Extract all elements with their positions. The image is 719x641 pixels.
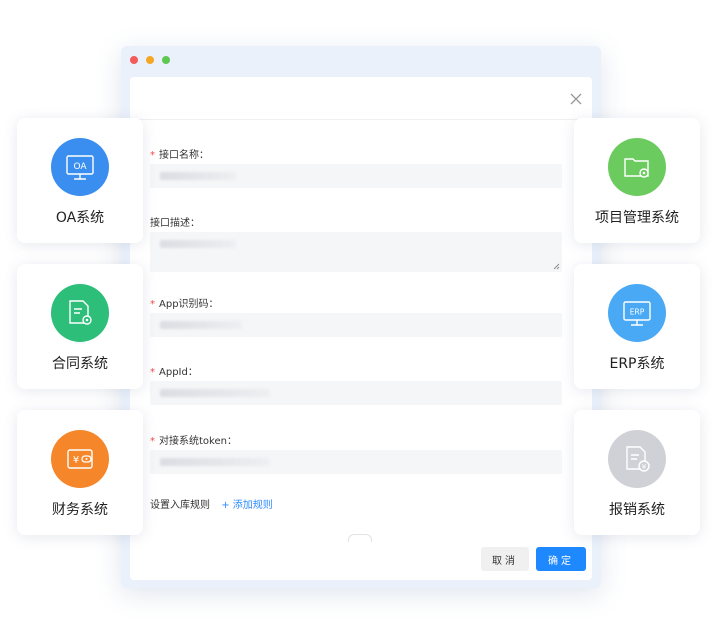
storage-rule-label: 设置入库规则 [150, 500, 210, 511]
svg-text:ERP: ERP [630, 308, 645, 317]
interface-name-input[interactable] [150, 164, 562, 188]
token-input[interactable] [150, 450, 562, 474]
svg-text:¥: ¥ [73, 455, 79, 466]
field-label-text: 对接系统token： [159, 436, 237, 447]
close-icon[interactable] [570, 93, 582, 105]
field-label-app-code: * App识别码： [150, 295, 219, 310]
field-label-text: 接口名称： [159, 150, 209, 161]
required-mark: * [150, 299, 155, 310]
svg-text:¥: ¥ [642, 463, 647, 471]
card-label: 项目管理系统 [595, 210, 679, 226]
field-label-token: * 对接系统token： [150, 432, 237, 447]
card-oa-system[interactable]: OA OA系统 [17, 118, 143, 243]
dialog-header [130, 77, 592, 120]
card-erp-system[interactable]: ERP ERP系统 [574, 264, 700, 389]
oa-monitor-icon: OA [51, 138, 109, 196]
erp-monitor-icon: ERP [608, 284, 666, 342]
field-label-interface-desc: 接口描述： [150, 214, 200, 229]
interface-desc-textarea[interactable] [150, 232, 562, 272]
required-mark: * [150, 436, 155, 447]
field-label-app-id: * AppId： [150, 363, 198, 378]
card-label: 财务系统 [52, 502, 108, 518]
field-label-text: 接口描述： [150, 218, 200, 229]
blurred-value [160, 172, 236, 180]
card-finance-system[interactable]: ¥ 财务系统 [17, 410, 143, 535]
required-mark: * [150, 367, 155, 378]
card-label: ERP系统 [609, 356, 665, 372]
resize-handle-icon[interactable] [553, 263, 560, 270]
card-contract-system[interactable]: 合同系统 [17, 264, 143, 389]
card-label: 报销系统 [609, 502, 665, 518]
app-code-input[interactable] [150, 313, 562, 337]
add-rule-link[interactable]: + 添加规则 [221, 500, 273, 511]
blurred-value [160, 389, 270, 397]
window-close-dot[interactable] [130, 56, 138, 64]
card-project-management-system[interactable]: 项目管理系统 [574, 118, 700, 243]
confirm-button[interactable]: 确定 [536, 547, 586, 571]
svg-text:OA: OA [73, 162, 87, 172]
card-reimbursement-system[interactable]: ¥ 报销系统 [574, 410, 700, 535]
interface-dialog: * 接口名称： 接口描述： * App识别码： * AppId： * 对接系统t… [130, 77, 592, 580]
blurred-value [160, 458, 270, 466]
app-window: * 接口名称： 接口描述： * App识别码： * AppId： * 对接系统t… [121, 46, 601, 588]
project-folder-icon [608, 138, 666, 196]
field-label-text: App识别码： [159, 299, 219, 310]
window-minimize-dot[interactable] [146, 56, 154, 64]
card-label: 合同系统 [52, 356, 108, 372]
reimbursement-document-icon: ¥ [608, 430, 666, 488]
card-label: OA系统 [55, 210, 105, 226]
window-maximize-dot[interactable] [162, 56, 170, 64]
storage-rule-row: 设置入库规则 + 添加规则 [150, 496, 273, 511]
scroll-tab[interactable] [348, 534, 372, 542]
cancel-button[interactable]: 取消 [481, 547, 529, 571]
field-label-interface-name: * 接口名称： [150, 146, 209, 161]
field-label-text: AppId： [159, 367, 198, 378]
blurred-value [160, 321, 242, 329]
required-mark: * [150, 150, 155, 161]
app-id-input[interactable] [150, 381, 562, 405]
finance-wallet-icon: ¥ [51, 430, 109, 488]
blurred-value [160, 240, 236, 248]
contract-document-icon [51, 284, 109, 342]
